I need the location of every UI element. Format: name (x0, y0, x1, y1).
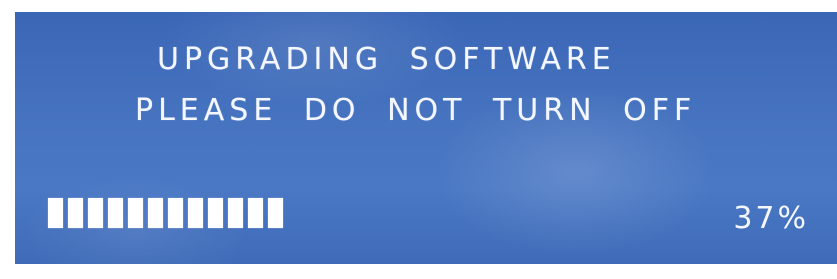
progress-segment (108, 198, 123, 228)
upgrade-screen: UPGRADING SOFTWARE PLEASE DO NOT TURN OF… (15, 12, 837, 264)
progress-segment (248, 198, 263, 228)
progress-segment (208, 198, 223, 228)
progress-segment (168, 198, 183, 228)
upgrade-title: UPGRADING SOFTWARE (157, 42, 616, 77)
photo-frame: UPGRADING SOFTWARE PLEASE DO NOT TURN OF… (0, 0, 837, 279)
progress-segment (88, 198, 103, 228)
progress-percent: 37% (733, 201, 809, 236)
warning-text: PLEASE DO NOT TURN OFF (135, 93, 697, 128)
progress-segment (68, 198, 83, 228)
progress-segment (268, 198, 283, 228)
progress-segment (148, 198, 163, 228)
progress-bar (48, 198, 283, 228)
progress-segment (188, 198, 203, 228)
progress-segment (48, 198, 63, 228)
progress-segment (228, 198, 243, 228)
progress-segment (128, 198, 143, 228)
